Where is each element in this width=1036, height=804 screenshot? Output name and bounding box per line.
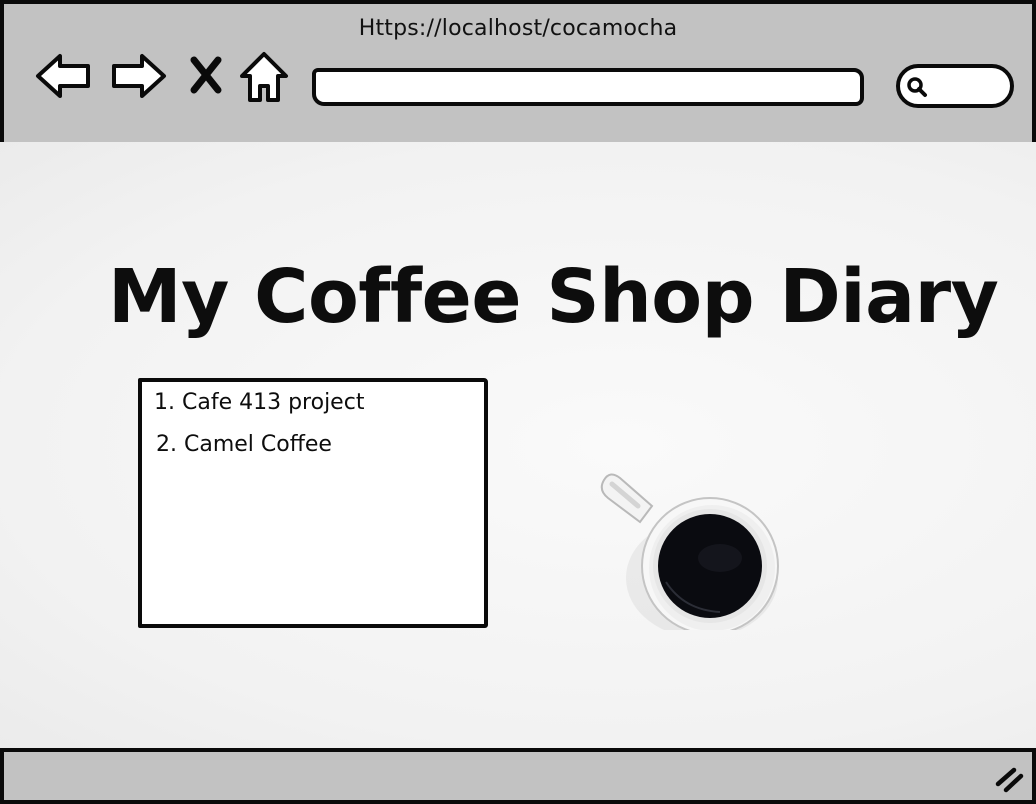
address-bar[interactable]	[312, 68, 864, 106]
search-icon	[907, 77, 927, 97]
home-icon[interactable]	[238, 48, 290, 104]
forward-arrow-icon[interactable]	[108, 48, 168, 104]
close-x-icon[interactable]	[188, 48, 224, 104]
search-box[interactable]	[896, 64, 1014, 108]
browser-window: Https://localhost/cocamocha My Coffee Sh…	[0, 0, 1036, 804]
list-item[interactable]: 2. Camel Coffee	[156, 432, 332, 457]
page-content: My Coffee Shop Diary 1. Cafe 413 project…	[0, 142, 1036, 748]
resize-grip-icon[interactable]	[994, 764, 1024, 794]
status-bar	[0, 748, 1036, 804]
url-title: Https://localhost/cocamocha	[358, 16, 678, 41]
browser-toolbar: Https://localhost/cocamocha	[0, 0, 1036, 142]
back-arrow-icon[interactable]	[34, 48, 94, 104]
coffee-cup-image	[600, 473, 779, 630]
list-item[interactable]: 1. Cafe 413 project	[154, 390, 364, 415]
diary-list: 1. Cafe 413 project 2. Camel Coffee	[138, 378, 488, 628]
page-title: My Coffee Shop Diary	[108, 254, 999, 340]
